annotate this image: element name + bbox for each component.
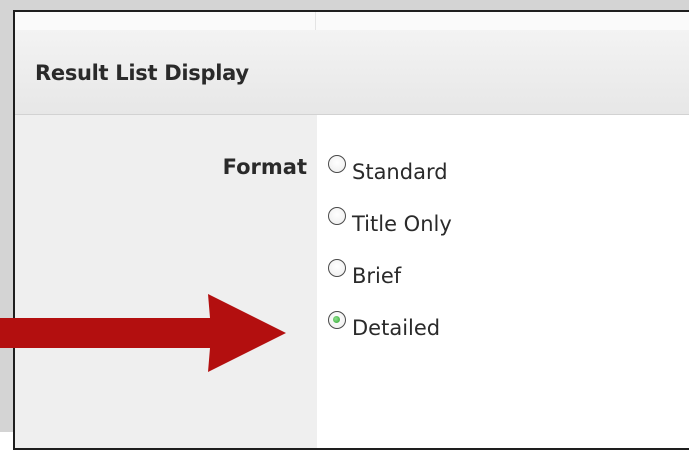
section-header: Result List Display <box>15 30 689 115</box>
radio-label-title-only[interactable]: Title Only <box>352 212 452 236</box>
format-radio-group: Standard Title Only Brief Detailed <box>328 140 452 348</box>
radio-option-standard[interactable]: Standard <box>328 140 452 192</box>
screenshot-frame: Result List Display Format Standard Titl… <box>0 0 689 450</box>
radio-label-detailed[interactable]: Detailed <box>352 316 440 340</box>
section-title: Result List Display <box>35 61 249 85</box>
radio-label-standard[interactable]: Standard <box>352 160 448 184</box>
radio-detailed[interactable] <box>328 311 346 329</box>
top-strip-divider <box>315 12 316 30</box>
top-strip <box>15 12 689 30</box>
radio-option-brief[interactable]: Brief <box>328 244 452 296</box>
radio-brief[interactable] <box>328 259 346 277</box>
radio-option-title-only[interactable]: Title Only <box>328 192 452 244</box>
label-column: Format <box>15 115 317 448</box>
arrow-right-icon <box>0 294 286 372</box>
radio-title-only[interactable] <box>328 207 346 225</box>
radio-label-brief[interactable]: Brief <box>352 264 401 288</box>
format-label: Format <box>222 155 307 179</box>
radio-option-detailed[interactable]: Detailed <box>328 296 452 348</box>
radio-standard[interactable] <box>328 155 346 173</box>
